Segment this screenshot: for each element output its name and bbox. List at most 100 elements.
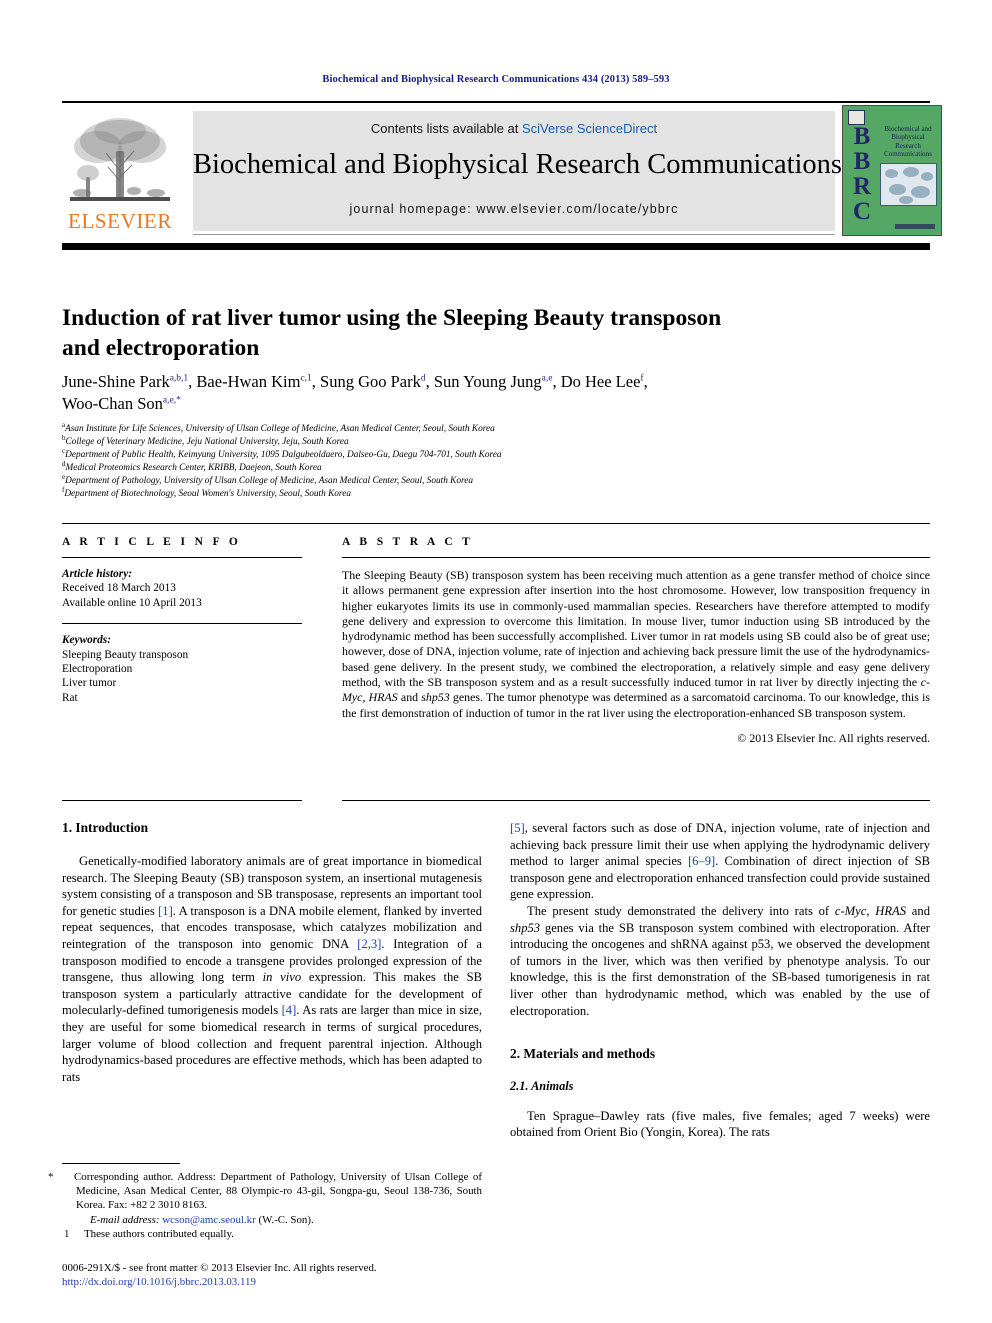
cover-acronym: B B R C xyxy=(847,124,877,224)
cover-letter-b1: B xyxy=(853,123,871,150)
footnote-corresponding-author: * Corresponding author. Address: Departme… xyxy=(48,1170,482,1213)
elsevier-tree-icon xyxy=(70,118,170,201)
footnote-equal-text: These authors contributed equally. xyxy=(84,1227,234,1240)
affiliation-e-text: Department of Pathology, University of U… xyxy=(65,475,474,486)
journal-title: Biochemical and Biophysical Research Com… xyxy=(193,149,843,180)
article-info-rule xyxy=(62,557,302,558)
intro-p2-seg-a: The present study demonstrated the deliv… xyxy=(527,903,835,918)
reference-2-3[interactable]: [2,3] xyxy=(357,937,381,951)
abstract-text-main: The Sleeping Beauty (SB) transposon syst… xyxy=(342,568,930,690)
keyword-1: Sleeping Beauty transposon xyxy=(62,648,189,661)
footnote-email-link[interactable]: wcson@amc.seoul.kr xyxy=(162,1214,256,1226)
author-1: June-Shine Park xyxy=(62,372,170,391)
article-history-group: Article history: Received 18 March 2013 … xyxy=(62,567,302,610)
footnote-email-label: E-mail address: xyxy=(90,1213,160,1226)
keyword-4: Rat xyxy=(62,691,78,704)
journal-cover-thumbnail: B B R C Biochemical and Biophysical Rese… xyxy=(842,105,942,236)
journal-band: Contents lists available at SciVerse Sci… xyxy=(193,111,843,231)
author-2-affiliation-marks: c,1 xyxy=(300,373,312,384)
author-5: Do Hee Lee xyxy=(560,372,641,391)
footnote-email: E-mail address: wcson@amc.seoul.kr (W.-C… xyxy=(62,1213,482,1227)
affiliation-f: fDepartment of Biotechnology, Seoul Wome… xyxy=(62,486,922,501)
footnote-block: * Corresponding author. Address: Departme… xyxy=(48,1170,482,1241)
cover-letter-r: R xyxy=(852,173,872,200)
author-sep-2: , xyxy=(311,372,321,391)
affiliation-c-text: Department of Public Health, Keimyung Un… xyxy=(65,449,502,460)
footnote-numeric-mark: 1 xyxy=(64,1227,70,1240)
intro-p2-seg-c: and xyxy=(906,903,930,918)
journal-masthead: ELSEVIER Contents lists available at Sci… xyxy=(62,101,942,240)
cover-title-line-1: Biochemical and xyxy=(884,125,932,133)
intro-paragraph-1-continued: [5], several factors such as dose of DNA… xyxy=(510,820,930,903)
abstract-rule xyxy=(342,557,930,558)
cover-journal-title: Biochemical and Biophysical Research Com… xyxy=(877,125,939,159)
intro-paragraph-2: The present study demonstrated the deliv… xyxy=(510,903,930,1019)
intro-italic-in-vivo: in vivo xyxy=(262,970,302,985)
abstract-gene-hras: HRAS xyxy=(368,690,398,705)
author-sep-3: , xyxy=(425,372,434,391)
title-line-2: and electroporation xyxy=(62,334,260,361)
elsevier-logo: ELSEVIER xyxy=(62,109,178,237)
journal-article-page: Biochemical and Biophysical Research Com… xyxy=(0,0,992,1323)
reference-1[interactable]: [1] xyxy=(158,904,173,918)
affiliation-a-text: Asan Institute for Life Sciences, Univer… xyxy=(65,424,495,434)
running-head: Biochemical and Biophysical Research Com… xyxy=(322,74,670,85)
keyword-2: Electroporation xyxy=(62,663,133,676)
abstract-copyright: © 2013 Elsevier Inc. All rights reserved… xyxy=(737,730,930,745)
journal-homepage-link[interactable]: journal homepage: www.elsevier.com/locat… xyxy=(193,202,835,216)
author-3: Sung Goo Park xyxy=(320,372,421,391)
sciencedirect-link[interactable]: SciVerse ScienceDirect xyxy=(522,121,657,136)
body-column-left: 1. Introduction Genetically-modified lab… xyxy=(62,820,482,1085)
subsection-heading-animals: 2.1. Animals xyxy=(510,1078,574,1093)
page-title: Induction of rat liver tumor using the S… xyxy=(62,303,852,363)
author-sep-5: , xyxy=(643,372,648,391)
animals-paragraph-1: Ten Sprague–Dawley rats (five males, fiv… xyxy=(510,1108,930,1140)
contents-prefix: Contents lists available at xyxy=(370,121,522,136)
intro-p2-gene-shp53: shp53 xyxy=(510,920,541,935)
section-heading-materials-and-methods: 2. Materials and methods xyxy=(510,1045,656,1061)
cover-artwork xyxy=(880,163,937,206)
author-6-affiliation-marks: a,e,* xyxy=(162,395,181,406)
intro-p2-seg-d: genes via the SB transposon system combi… xyxy=(510,920,930,1018)
abstract-text: The Sleeping Beauty (SB) transposon syst… xyxy=(342,568,930,721)
abstract-gene-shp53: shp53 xyxy=(421,690,450,705)
title-line-1: Induction of rat liver tumor using the S… xyxy=(62,304,722,331)
abstract-bottom-rule xyxy=(342,800,930,801)
intro-p2-seg-b: , xyxy=(866,903,876,918)
intro-p2-gene-hras: HRAS xyxy=(875,903,907,918)
imprint-block: 0006-291X/$ - see front matter © 2013 El… xyxy=(62,1261,492,1289)
cover-letter-c: C xyxy=(852,198,872,225)
article-history-label: Article history: xyxy=(62,568,132,580)
author-1-affiliation-marks: a,b,1 xyxy=(169,373,189,384)
doi-link[interactable]: http://dx.doi.org/10.1016/j.bbrc.2013.03… xyxy=(62,1275,492,1289)
reference-5[interactable]: [5] xyxy=(510,821,525,835)
reference-4[interactable]: [4] xyxy=(282,1003,297,1017)
keywords-group: Keywords: Sleeping Beauty transposon Ele… xyxy=(62,633,302,705)
author-6: Woo-Chan Son xyxy=(62,394,163,413)
footnote-equal-contribution: 1 These authors contributed equally. xyxy=(62,1227,482,1241)
masthead-bottom-rule xyxy=(62,243,930,250)
affiliation-d: dMedical Proteomics Research Center, KRI… xyxy=(62,460,922,475)
reference-6-9[interactable]: [6–9] xyxy=(688,854,715,868)
article-info-heading: A R T I C L E I N F O xyxy=(62,536,242,548)
abstract-heading: A B S T R A C T xyxy=(342,536,474,548)
keyword-3: Liver tumor xyxy=(62,677,117,690)
author-sep-4: , xyxy=(552,372,561,391)
contents-lists-line: Contents lists available at SciVerse Sci… xyxy=(193,121,835,136)
cover-title-line-2: Biophysical xyxy=(891,133,925,142)
affiliation-c: cDepartment of Public Health, Keimyung U… xyxy=(62,447,922,462)
cover-footer-rule xyxy=(895,224,935,229)
footnote-corresponding-text: Corresponding author. Address: Departmen… xyxy=(74,1171,482,1212)
info-block-top-rule xyxy=(62,523,930,524)
section-heading-introduction: 1. Introduction xyxy=(62,820,149,835)
keywords-rule xyxy=(62,623,302,625)
cover-title-line-4: Communications xyxy=(884,150,932,159)
column-spacer xyxy=(510,1019,930,1036)
affiliation-a: aAsan Institute for Life Sciences, Unive… xyxy=(62,421,922,436)
footnote-asterisk-mark: * xyxy=(48,1171,54,1183)
author-list: June-Shine Parka,b,1, Bae-Hwan Kimc,1, S… xyxy=(62,371,892,415)
issn-copyright-line: 0006-291X/$ - see front matter © 2013 El… xyxy=(62,1262,377,1274)
abstract-sep-2: and xyxy=(397,690,422,705)
info-block-bottom-rule xyxy=(62,800,302,801)
author-4: Sun Young Jung xyxy=(433,372,542,391)
